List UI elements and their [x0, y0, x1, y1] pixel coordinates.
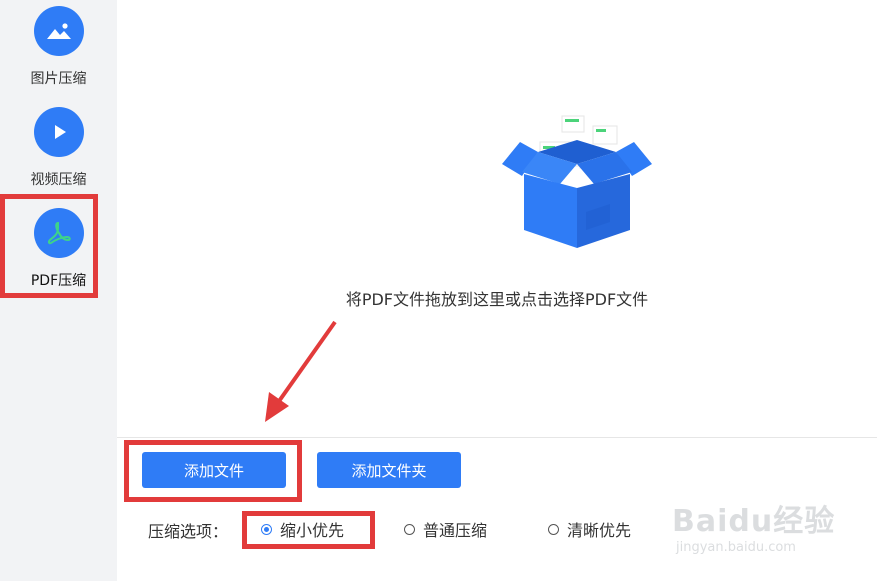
- add-folder-button[interactable]: 添加文件夹: [317, 452, 461, 488]
- radio-option-clarity[interactable]: 清晰优先: [548, 518, 631, 540]
- radio-option-normal[interactable]: 普通压缩: [404, 518, 487, 540]
- highlight-box-pdf: [0, 194, 98, 298]
- drop-hint-text: 将PDF文件拖放到这里或点击选择PDF文件: [345, 290, 649, 309]
- sidebar-item-label: 图片压缩: [30, 71, 87, 87]
- compress-options-label: 压缩选项：: [148, 522, 229, 541]
- sidebar-item-label: 视频压缩: [30, 172, 87, 188]
- file-drop-zone[interactable]: 将PDF文件拖放到这里或点击选择PDF文件: [117, 0, 877, 437]
- radio-button[interactable]: [548, 523, 559, 535]
- radio-label: 清晰优先: [567, 521, 632, 540]
- watermark-url: jingyan.baidu.com: [676, 540, 796, 555]
- open-box-icon: [502, 115, 652, 248]
- highlight-box-add-file: [124, 440, 302, 502]
- annotation-arrow: [265, 320, 337, 422]
- baidu-watermark: Baidu经验 jingyan.baidu.com: [672, 490, 872, 570]
- divider: [117, 437, 877, 438]
- play-icon: [33, 107, 84, 157]
- highlight-box-smallest: [242, 511, 375, 549]
- radio-label: 普通压缩: [423, 521, 488, 540]
- radio-button[interactable]: [404, 523, 415, 535]
- sidebar-item-video-compress[interactable]: 视频压缩: [0, 101, 117, 197]
- sidebar-item-image-compress[interactable]: 图片压缩: [0, 0, 117, 96]
- image-icon: [33, 6, 84, 56]
- watermark-brand: Baidu经验: [672, 504, 836, 539]
